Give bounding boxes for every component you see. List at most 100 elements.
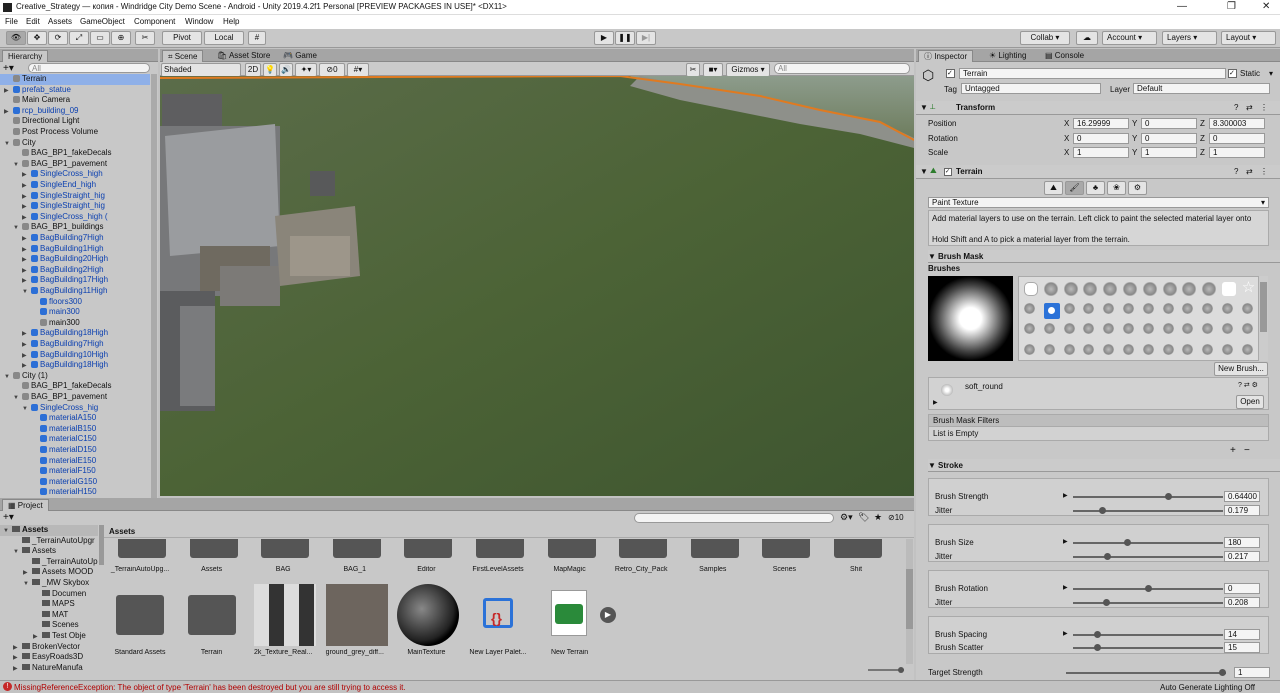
stroke-param-slider[interactable] [1073, 542, 1223, 544]
paint-details-icon[interactable]: ❀ [1107, 181, 1126, 195]
brush-shape-icon[interactable] [1103, 323, 1115, 334]
axis-x-label[interactable]: X [1064, 119, 1069, 128]
hierarchy-row[interactable]: ▶ BagBuilding7High [0, 339, 150, 350]
paint-trees-icon[interactable]: ♣ [1086, 181, 1105, 195]
folder-icon[interactable] [116, 595, 164, 635]
transform-x-field[interactable]: 0 [1073, 132, 1129, 144]
project-folder-item[interactable]: ▶ BrokenVector [0, 642, 98, 653]
slider-handle[interactable] [1219, 669, 1226, 676]
brush-options-icon[interactable]: ? ⇄ ⚙ [1238, 381, 1258, 389]
transform-z-field[interactable]: 0 [1209, 132, 1265, 144]
stroke-header[interactable]: ▼ Stroke [928, 459, 1280, 472]
lighting-toggle-icon[interactable]: 💡 [263, 63, 277, 77]
add-object-button[interactable]: +▾ [3, 63, 14, 74]
brush-shape-icon[interactable] [1024, 302, 1035, 314]
star-brush-icon[interactable]: ☆ [1242, 280, 1256, 296]
folder-icon[interactable] [476, 539, 524, 558]
hierarchy-scrollbar[interactable] [151, 74, 157, 498]
expanded-arrow-icon[interactable]: ▼ [4, 372, 13, 382]
open-brush-button[interactable]: Open [1236, 395, 1264, 409]
hierarchy-row[interactable]: ▼ BAG_BP1_pavement [0, 159, 150, 170]
folder-arrow-icon[interactable]: ▼ [23, 579, 32, 589]
tab-scene[interactable]: ⌗ Scene [162, 50, 204, 62]
brush-shape-icon[interactable] [1063, 302, 1075, 314]
move-tool-icon[interactable]: ✥ [27, 31, 47, 45]
preset-icon[interactable]: ⇄ [1246, 167, 1253, 176]
expand-arrow-icon[interactable]: ▶ [933, 399, 938, 406]
hierarchy-row[interactable]: ▼ BAG_BP1_buildings [0, 222, 150, 233]
stroke-param-field[interactable]: 1 [1234, 667, 1270, 678]
menu-edit[interactable]: Edit [26, 17, 40, 26]
menu-file[interactable]: File [5, 17, 18, 26]
brush-shape-icon[interactable] [1103, 302, 1115, 314]
transform-z-field[interactable]: 1 [1209, 147, 1265, 158]
hierarchy-row[interactable]: materialE150 [0, 456, 150, 467]
folder-icon[interactable] [834, 539, 882, 558]
transform-z-field[interactable]: 8.300003 [1209, 118, 1265, 129]
project-folder-item[interactable]: ▶ NatureManufa [0, 663, 98, 674]
asset-label[interactable]: BAG_1 [319, 566, 391, 573]
asset-label[interactable]: Standard Assets [104, 649, 176, 656]
slider-handle[interactable] [1098, 507, 1106, 514]
axis-x-label[interactable]: X [1064, 148, 1069, 157]
brush-shape-icon[interactable] [1222, 343, 1233, 355]
cloud-icon[interactable]: ☁ [1076, 31, 1098, 45]
collapsed-arrow-icon[interactable]: ▶ [22, 234, 31, 244]
project-folder-item[interactable]: ▼ Assets [0, 546, 98, 557]
expanded-arrow-icon[interactable]: ▼ [4, 139, 13, 149]
axis-z-label[interactable]: Z [1200, 134, 1205, 143]
asset-label[interactable]: Assets [176, 566, 248, 573]
axis-z-label[interactable]: Z [1200, 148, 1205, 157]
step-button[interactable]: ▶| [636, 31, 656, 45]
folder-arrow-icon[interactable]: ▶ [13, 664, 22, 674]
stroke-param-slider[interactable] [1073, 510, 1223, 512]
folder-icon[interactable] [404, 539, 453, 558]
axis-x-label[interactable]: X [1064, 134, 1069, 143]
collapsed-arrow-icon[interactable]: ▶ [22, 192, 31, 202]
folder-icon[interactable] [690, 539, 739, 558]
brush-shape-icon[interactable] [1182, 282, 1197, 296]
account-dropdown[interactable]: Account ▾ [1102, 31, 1157, 45]
slider-handle[interactable] [1102, 599, 1110, 606]
collapsed-arrow-icon[interactable]: ▶ [22, 276, 31, 286]
texture-thumbnail[interactable] [254, 584, 317, 646]
asset-label[interactable]: FirstLevelAssets [462, 566, 534, 573]
pivot-button[interactable]: Pivot [162, 31, 202, 45]
transform-y-field[interactable]: 1 [1141, 147, 1197, 158]
brush-shape-icon[interactable] [1182, 343, 1194, 355]
folder-icon[interactable] [762, 539, 811, 558]
project-folder-item[interactable]: ▶ Assets MOOD [0, 567, 98, 578]
brush-shape-icon[interactable] [1043, 302, 1060, 319]
shading-dropdown[interactable]: Shaded [161, 63, 241, 77]
stroke-param-slider[interactable] [1073, 496, 1223, 498]
terrain-component-header[interactable]: ▼ ⛰ ✓ Terrain ? ⇄ ⋮ [916, 165, 1280, 179]
hierarchy-row[interactable]: materialG150 [0, 477, 150, 488]
hierarchy-row[interactable]: ▼ BAG_BP1_pavement [0, 392, 150, 403]
hierarchy-row[interactable]: main300 [0, 307, 150, 318]
hierarchy-row[interactable]: materialH150 [0, 487, 150, 498]
asset-label[interactable]: 2k_Texture_Real... [247, 649, 319, 656]
project-folder-item[interactable]: ▶ EasyRoads3D [0, 652, 98, 663]
transform-y-field[interactable]: 0 [1141, 118, 1197, 129]
tools-icon[interactable]: ✂ [686, 63, 700, 77]
stroke-param-field[interactable]: 0.208 [1224, 597, 1260, 608]
asset-label[interactable]: MapMagic [534, 566, 606, 573]
asset-label[interactable]: BAG [247, 566, 319, 573]
project-folder-item[interactable]: Scenes [0, 620, 98, 631]
tab-project[interactable]: ▦ Project [2, 499, 49, 511]
collapsed-arrow-icon[interactable]: ▶ [4, 86, 13, 96]
play-button[interactable]: ▶ [594, 31, 614, 45]
hierarchy-row[interactable]: ▶ BagBuilding2High [0, 265, 150, 276]
collapsed-arrow-icon[interactable]: ▶ [22, 213, 31, 223]
folder-icon[interactable] [189, 539, 238, 558]
pause-button[interactable]: ❚❚ [615, 31, 635, 45]
transform-x-field[interactable]: 1 [1073, 147, 1129, 158]
collab-button[interactable]: Collab ▾ [1020, 31, 1070, 45]
hidden-packages-toggle[interactable]: ⊘10 [888, 513, 904, 522]
layers-dropdown[interactable]: Layers ▾ [1162, 31, 1217, 45]
tag-dropdown[interactable]: Untagged [961, 83, 1101, 94]
hierarchy-row[interactable]: ▼ City [0, 138, 150, 149]
hierarchy-row[interactable]: ▶ rcp_building_09 [0, 106, 150, 117]
hierarchy-row[interactable]: materialF150 [0, 466, 150, 477]
tab-hierarchy[interactable]: Hierarchy [2, 50, 49, 62]
